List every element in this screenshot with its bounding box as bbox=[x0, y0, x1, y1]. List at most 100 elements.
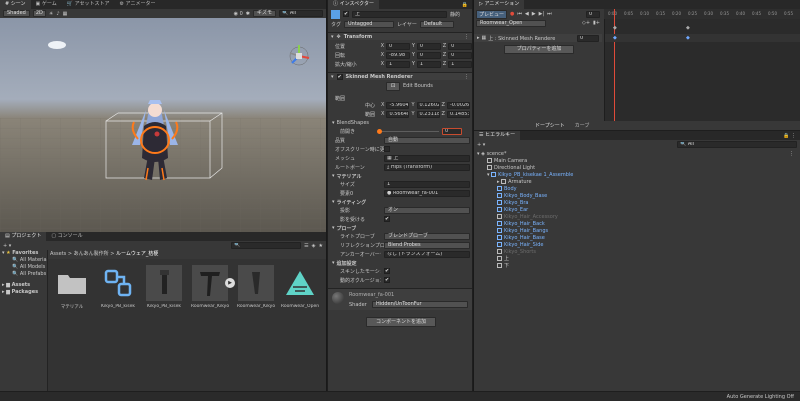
scene-search[interactable]: 🔍 All bbox=[279, 10, 323, 17]
blendshape-value-field[interactable]: 0 bbox=[442, 127, 462, 135]
asset-prefab[interactable]: Kikyo_PB_kisek bbox=[98, 265, 138, 309]
static-toggle[interactable]: 静的 bbox=[450, 11, 460, 18]
breadcrumb-item[interactable]: Assets bbox=[50, 251, 66, 257]
edit-bounds-button[interactable]: ⚀ bbox=[386, 81, 400, 91]
skinned-mesh-header[interactable]: ▾ ✔ Skinned Mesh Renderer ⋮ bbox=[328, 72, 472, 80]
tab-hierarchy[interactable]: ☰ ヒエラルキー bbox=[474, 131, 521, 140]
transform-x-field[interactable]: 0 bbox=[386, 42, 410, 50]
material-size-field[interactable]: 1 bbox=[384, 180, 470, 188]
keyframe-marker[interactable]: ◆ bbox=[613, 25, 617, 31]
add-keyframe-icon[interactable]: ◇+ bbox=[582, 20, 590, 26]
transform-y-field[interactable]: 0 bbox=[416, 51, 441, 59]
play-icon[interactable]: ▶ bbox=[532, 11, 536, 17]
tab-project[interactable]: ▤ プロジェクト bbox=[0, 232, 47, 241]
layer-dropdown[interactable]: Default bbox=[419, 20, 454, 28]
hierarchy-item[interactable]: Kikyo_Body_Base bbox=[474, 193, 800, 200]
extent-z-field[interactable]: 0.14853 bbox=[446, 110, 470, 118]
favorites-header[interactable]: ▾ ★ Favorites bbox=[0, 250, 47, 257]
hierarchy-item[interactable]: Kikyo_Hair_Base bbox=[474, 235, 800, 242]
blendshape-slider[interactable] bbox=[377, 128, 439, 134]
shader-dropdown[interactable]: Hidden/UnToonFur bbox=[372, 301, 468, 308]
project-search[interactable]: 🔍 bbox=[231, 242, 302, 249]
tab-animation[interactable]: ▷ アニメーション bbox=[474, 0, 525, 9]
property-row[interactable]: ▸ ▦ 上 : Skinned Mesh Rendere 0 bbox=[474, 34, 602, 42]
hierarchy-item[interactable]: Directional Light bbox=[474, 165, 800, 172]
probes-foldout[interactable]: ▾ プローブ bbox=[328, 224, 472, 232]
lock-icon[interactable]: 🔒 ⋮ bbox=[783, 133, 796, 139]
hierarchy-item[interactable]: ▾ Kikyo_PB_kisekae 1_Assemble bbox=[474, 172, 800, 179]
keyframe-marker[interactable]: ◆ bbox=[686, 25, 690, 31]
center-y-field[interactable]: 0.12602 bbox=[416, 101, 440, 109]
hierarchy-item[interactable]: 上 bbox=[474, 256, 800, 263]
hierarchy-item[interactable]: Kikyo_Hair_Bangs bbox=[474, 228, 800, 235]
center-x-field[interactable]: -5.9604 bbox=[386, 101, 410, 109]
keyframe-marker[interactable]: ◆ bbox=[613, 35, 617, 41]
asset-mesh[interactable]: Kikyo_PB_kisek bbox=[144, 265, 184, 309]
receive-shadows-checkbox[interactable]: ✔ bbox=[384, 216, 390, 222]
tab-animator[interactable]: ⚙ アニメーター bbox=[114, 0, 160, 9]
tab-console[interactable]: ▢ コンソール bbox=[46, 232, 87, 241]
first-key-icon[interactable]: ⏮ bbox=[517, 11, 522, 17]
assets-root[interactable]: ▸ ▆ Assets bbox=[0, 282, 47, 289]
favorite-item[interactable]: 🔍 All Prefabs bbox=[0, 271, 47, 278]
timeline-area[interactable]: ◆ ◆ ◆ ◆ bbox=[604, 9, 800, 121]
hierarchy-item[interactable]: Body bbox=[474, 186, 800, 193]
hierarchy-item[interactable]: 下 bbox=[474, 263, 800, 270]
packages-root[interactable]: ▸ ▆ Packages bbox=[0, 289, 47, 296]
play-icon[interactable]: ▶ bbox=[225, 278, 235, 288]
add-component-button[interactable]: コンポーネントを追加 bbox=[366, 317, 436, 327]
reflection-probes-dropdown[interactable]: Blend Probes bbox=[384, 241, 470, 249]
light-icon[interactable]: ☀ bbox=[49, 11, 53, 17]
hierarchy-item[interactable]: Kikyo_Bra bbox=[474, 200, 800, 207]
object-name-field[interactable]: 上 bbox=[352, 10, 447, 18]
quality-dropdown[interactable]: 自動 bbox=[384, 136, 470, 144]
transform-y-field[interactable]: 0 bbox=[416, 42, 441, 50]
tab-asset-store[interactable]: 🛒 アセットストア bbox=[62, 0, 115, 9]
2d-toggle[interactable]: 2D bbox=[32, 10, 46, 17]
transform-x-field[interactable]: 1 bbox=[386, 60, 410, 68]
blendshapes-foldout[interactable]: ▾ BlendShapes bbox=[328, 119, 472, 127]
transform-z-field[interactable]: 0 bbox=[448, 42, 472, 50]
transform-x-field[interactable]: -89.98 bbox=[386, 51, 410, 59]
add-object-button[interactable]: + ▾ bbox=[477, 142, 485, 148]
transform-z-field[interactable]: 1 bbox=[448, 60, 472, 68]
transform-y-field[interactable]: 1 bbox=[416, 60, 441, 68]
favorite-item[interactable]: 🔍 All Models bbox=[0, 264, 47, 271]
gizmos-dropdown[interactable]: ギズモ bbox=[252, 10, 276, 17]
materials-foldout[interactable]: ▾ マテリアル bbox=[328, 172, 472, 180]
scene-viewport[interactable] bbox=[0, 18, 326, 232]
tools-icon[interactable]: ✱ bbox=[246, 11, 250, 17]
transform-z-field[interactable]: 0 bbox=[448, 51, 472, 59]
component-enabled-checkbox[interactable]: ✔ bbox=[336, 73, 343, 80]
lighting-status[interactable]: Auto Generate Lighting Off bbox=[727, 394, 794, 400]
light-probes-dropdown[interactable]: ブレンドプローブ bbox=[384, 232, 470, 240]
last-key-icon[interactable]: ⏭ bbox=[547, 11, 552, 17]
asset-mesh[interactable]: Roomwear_Kikyo bbox=[236, 265, 276, 309]
timeline-ruler[interactable]: 0:00 0:05 0:10 0:15 0:20 0:25 0:30 0:35 0:40 0:45… bbox=[604, 9, 800, 19]
breadcrumb-item[interactable]: ルームウェア_桔梗 bbox=[116, 251, 158, 257]
star-icon[interactable]: ★ bbox=[319, 243, 323, 249]
hierarchy-item[interactable]: Kikyo_Hair_Back bbox=[474, 221, 800, 228]
lock-icon[interactable]: 🔒 bbox=[462, 2, 468, 8]
material-element-field[interactable]: ● Roomwear_fa-001 bbox=[384, 189, 470, 197]
hierarchy-item[interactable]: Kikyo_Hair_Accessory bbox=[474, 214, 800, 221]
extent-y-field[interactable]: 0.23118 bbox=[416, 110, 440, 118]
hierarchy-item[interactable]: Kikyo_Hair_Side bbox=[474, 242, 800, 249]
asset-model[interactable]: Roomwear_Kikyo ▶ bbox=[190, 265, 235, 309]
preview-button[interactable]: プレビュー bbox=[476, 9, 508, 19]
center-z-field[interactable]: -0.0026 bbox=[446, 101, 470, 109]
cast-shadows-dropdown[interactable]: オン bbox=[384, 206, 470, 214]
hierarchy-item[interactable]: ▸ Armature bbox=[474, 179, 800, 186]
tab-dopesheet[interactable]: ドープシート bbox=[530, 122, 570, 130]
transform-header[interactable]: ▾ ✥ Transform ⋮ bbox=[328, 32, 472, 40]
settings-icon[interactable]: ⋮ bbox=[464, 74, 469, 80]
anchor-override-field[interactable]: なし (トランスフォーム) bbox=[384, 250, 470, 258]
hierarchy-item[interactable]: Kikyo_Ear bbox=[474, 207, 800, 214]
breadcrumb-item[interactable]: あんあん製作所 bbox=[74, 251, 109, 257]
asset-animation[interactable]: Roomwear_Open bbox=[280, 265, 320, 309]
next-key-icon[interactable]: ▶| bbox=[539, 11, 545, 17]
favorite-item[interactable]: 🔍 All Materia bbox=[0, 257, 47, 264]
skinned-motion-checkbox[interactable]: ✔ bbox=[384, 268, 390, 274]
tab-curves[interactable]: カーブ bbox=[570, 122, 595, 130]
settings-icon[interactable]: ⋮ bbox=[464, 34, 469, 40]
